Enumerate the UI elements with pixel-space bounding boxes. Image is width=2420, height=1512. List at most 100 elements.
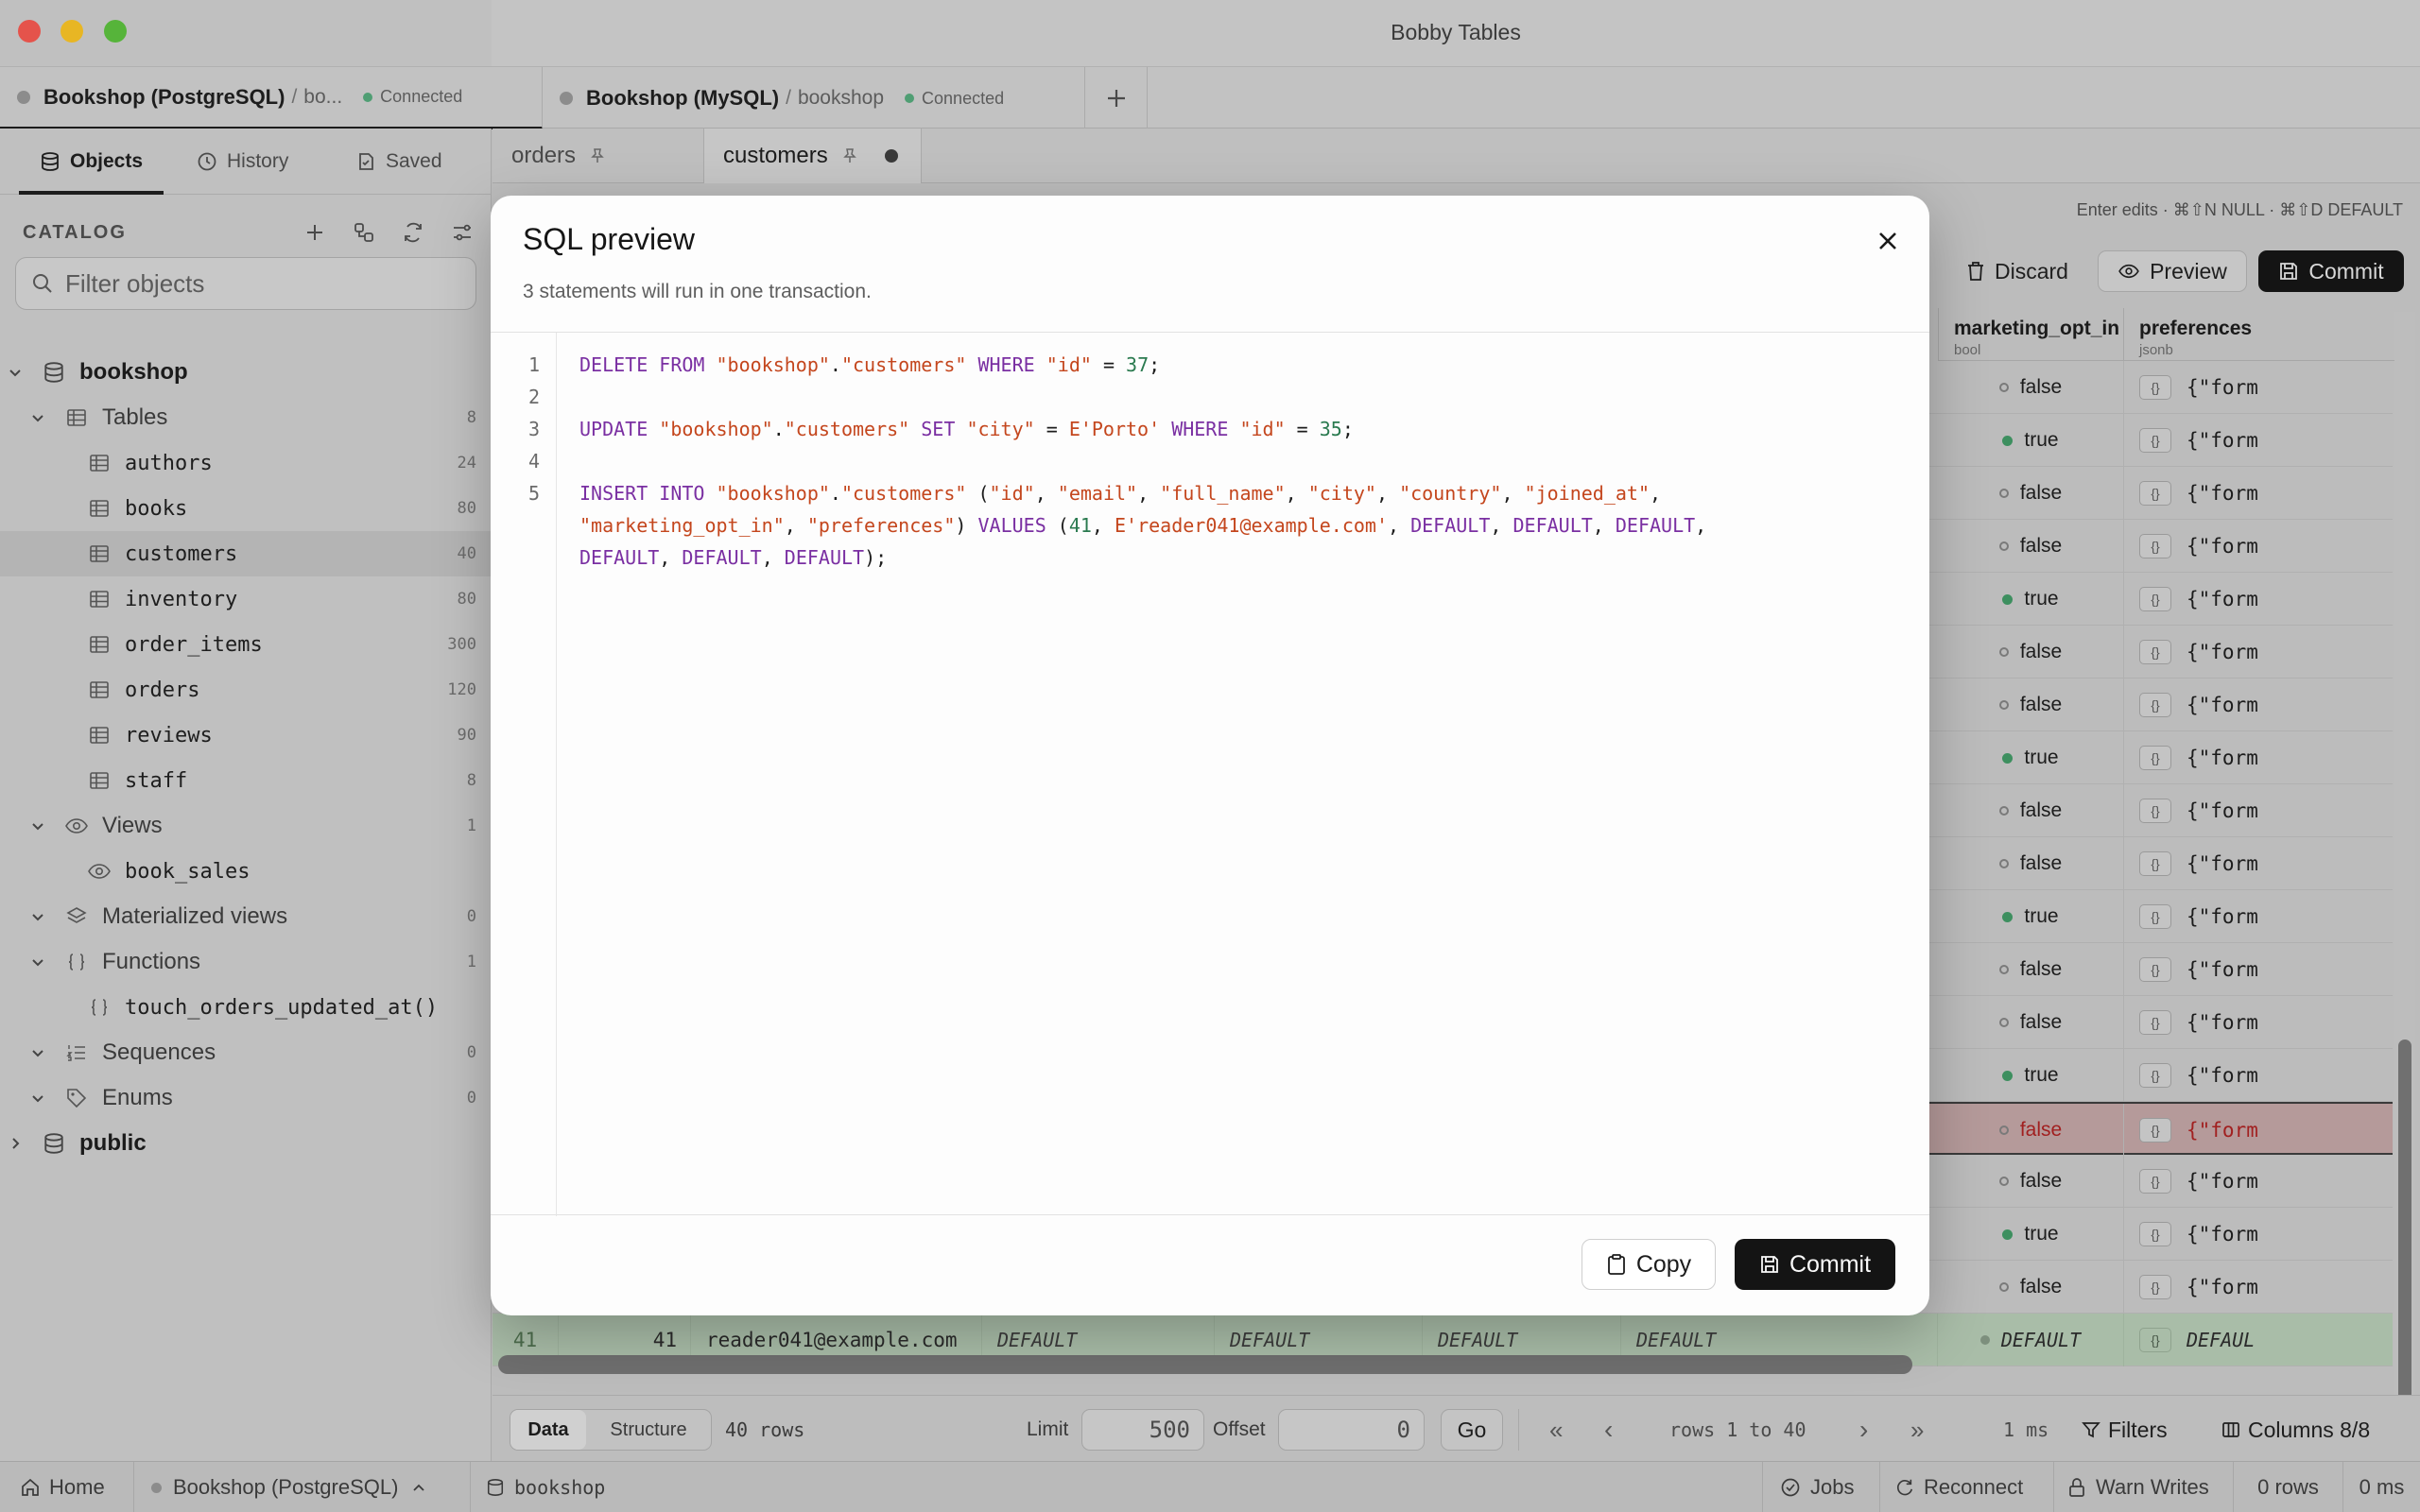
chevron-down-icon[interactable] (28, 953, 47, 971)
chevron-right-icon[interactable] (6, 1134, 25, 1153)
json-expand-button[interactable]: {} (2139, 693, 2171, 717)
json-expand-button[interactable]: {} (2139, 587, 2171, 611)
preferences-cell[interactable]: {} {"form (2123, 361, 2407, 414)
pin-icon[interactable] (841, 147, 858, 164)
opt-in-cell[interactable]: false (1938, 837, 2123, 890)
tab-customers[interactable]: customers (704, 129, 922, 183)
preferences-cell[interactable]: {} {"form (2123, 1261, 2407, 1314)
opt-in-cell[interactable]: false (1938, 467, 2123, 520)
json-expand-button[interactable]: {} (2139, 428, 2171, 453)
limit-input[interactable]: 500 (1081, 1409, 1204, 1451)
json-expand-button[interactable]: {} (2139, 957, 2171, 982)
connection-switcher[interactable]: Bookshop (PostgreSQL) (134, 1462, 471, 1512)
json-expand-button[interactable]: {} (2139, 1118, 2171, 1143)
preview-button[interactable]: Preview (2098, 250, 2247, 292)
preferences-cell[interactable]: {} {"form (2123, 679, 2407, 731)
database-indicator[interactable]: bookshop (471, 1462, 631, 1512)
opt-in-cell[interactable]: true (1938, 414, 2123, 467)
pin-icon[interactable] (589, 147, 606, 164)
json-expand-button[interactable]: {} (2139, 1169, 2171, 1194)
tab-saved[interactable]: Saved (355, 129, 442, 195)
horizontal-scroll-thumb[interactable] (498, 1355, 1912, 1374)
jobs-button[interactable]: Jobs (1762, 1462, 1879, 1512)
reconnect-button[interactable]: Reconnect (1879, 1462, 2053, 1512)
opt-in-cell[interactable]: true (1938, 890, 2123, 943)
opt-in-cell[interactable]: false (1938, 943, 2123, 996)
json-expand-button[interactable]: {} (2139, 1063, 2171, 1088)
previous-page-button[interactable]: ‹ (1604, 1409, 1613, 1451)
opt-in-cell[interactable]: false (1938, 520, 2123, 573)
chevron-down-icon[interactable] (28, 816, 47, 835)
chevron-down-icon[interactable] (28, 408, 47, 427)
preferences-cell[interactable]: {} {"form (2123, 467, 2407, 520)
data-view-tab[interactable]: Data (510, 1410, 586, 1450)
zoom-window-button[interactable] (104, 20, 127, 43)
preferences-cell[interactable]: {} {"form (2123, 731, 2407, 784)
first-page-button[interactable]: « (1549, 1409, 1563, 1451)
opt-in-cell[interactable]: false (1938, 996, 2123, 1049)
preferences-cell[interactable]: {} DEFAUL (2123, 1314, 2394, 1366)
warn-writes-toggle[interactable]: Warn Writes (2053, 1462, 2233, 1512)
discard-button[interactable]: Discard (1956, 250, 2079, 292)
catalog-settings-button[interactable] (448, 218, 476, 247)
refresh-catalog-button[interactable] (399, 218, 427, 247)
tree-table-customers[interactable]: customers 40 (0, 531, 492, 576)
connection-tab-postgres[interactable]: Bookshop (PostgreSQL) / bo... Connected (0, 67, 543, 129)
json-expand-button[interactable]: {} (2139, 904, 2171, 929)
tree-group-views[interactable]: Views 1 (0, 803, 492, 849)
close-window-button[interactable] (18, 20, 41, 43)
home-button[interactable]: Home (0, 1462, 134, 1512)
add-object-button[interactable] (301, 218, 329, 247)
tree-function-touch-orders[interactable]: touch_orders_updated_at() (0, 985, 492, 1030)
chevron-down-icon[interactable] (28, 907, 47, 926)
opt-in-cell[interactable]: false (1938, 784, 2123, 837)
json-expand-button[interactable]: {} (2139, 481, 2171, 506)
preferences-cell[interactable]: {} {"form (2123, 520, 2407, 573)
tree-table-books[interactable]: books 80 (0, 486, 492, 531)
tree-table-orders[interactable]: orders 120 (0, 667, 492, 713)
tree-table-reviews[interactable]: reviews 90 (0, 713, 492, 758)
vertical-scrollbar[interactable] (2394, 312, 2415, 1512)
tree-group-tables[interactable]: Tables 8 (0, 395, 492, 440)
opt-in-cell[interactable]: true (1938, 1208, 2123, 1261)
opt-in-cell[interactable]: true (1938, 573, 2123, 626)
preferences-cell[interactable]: {} {"form (2123, 943, 2407, 996)
preferences-cell[interactable]: {} {"form (2123, 626, 2407, 679)
copy-sql-button[interactable]: Copy (1582, 1239, 1716, 1290)
column-header-marketing-opt-in[interactable]: marketing_opt_in bool (1938, 308, 2123, 361)
new-connection-tab-button[interactable] (1085, 67, 1148, 129)
opt-in-cell[interactable]: false (1938, 361, 2123, 414)
opt-in-cell[interactable]: false (1938, 1104, 2123, 1157)
commit-toolbar-button[interactable]: Commit (2258, 250, 2404, 292)
sql-code-view[interactable]: 1 2 3 4 5 DELETE FROM "bookshop"."custom… (491, 332, 1929, 1216)
json-expand-button[interactable]: {} (2139, 746, 2171, 770)
tree-table-order-items[interactable]: order_items 300 (0, 622, 492, 667)
preferences-cell[interactable]: {} {"form (2123, 890, 2407, 943)
json-expand-button[interactable]: {} (2139, 1328, 2171, 1352)
preferences-cell[interactable]: {} {"form (2123, 1104, 2407, 1157)
columns-button[interactable]: Columns 8/8 (2221, 1409, 2370, 1451)
tree-group-materialized-views[interactable]: Materialized views 0 (0, 894, 492, 939)
commit-button[interactable]: Commit (1735, 1239, 1895, 1290)
filter-objects-field[interactable] (15, 257, 476, 310)
column-header-preferences[interactable]: preferences jsonb (2123, 308, 2394, 361)
preferences-cell[interactable]: {} {"form (2123, 573, 2407, 626)
opt-in-cell[interactable]: false (1938, 1155, 2123, 1208)
preferences-cell[interactable]: {} {"form (2123, 414, 2407, 467)
filter-objects-input[interactable] (65, 268, 443, 299)
go-button[interactable]: Go (1441, 1409, 1503, 1451)
chevron-down-icon[interactable] (28, 1089, 47, 1108)
unsaved-changes-dot[interactable] (884, 149, 898, 163)
json-expand-button[interactable]: {} (2139, 799, 2171, 823)
tab-orders[interactable]: orders (493, 129, 704, 183)
filters-button[interactable]: Filters (2082, 1409, 2168, 1451)
json-expand-button[interactable]: {} (2139, 1222, 2171, 1246)
json-expand-button[interactable]: {} (2139, 1010, 2171, 1035)
connection-tab-mysql[interactable]: Bookshop (MySQL) / bookshop Connected (543, 67, 1085, 129)
json-expand-button[interactable]: {} (2139, 640, 2171, 664)
preferences-cell[interactable]: {} {"form (2123, 784, 2407, 837)
opt-in-cell[interactable]: false (1938, 1261, 2123, 1314)
json-expand-button[interactable]: {} (2139, 375, 2171, 400)
tree-view-book-sales[interactable]: book_sales (0, 849, 492, 894)
json-expand-button[interactable]: {} (2139, 851, 2171, 876)
